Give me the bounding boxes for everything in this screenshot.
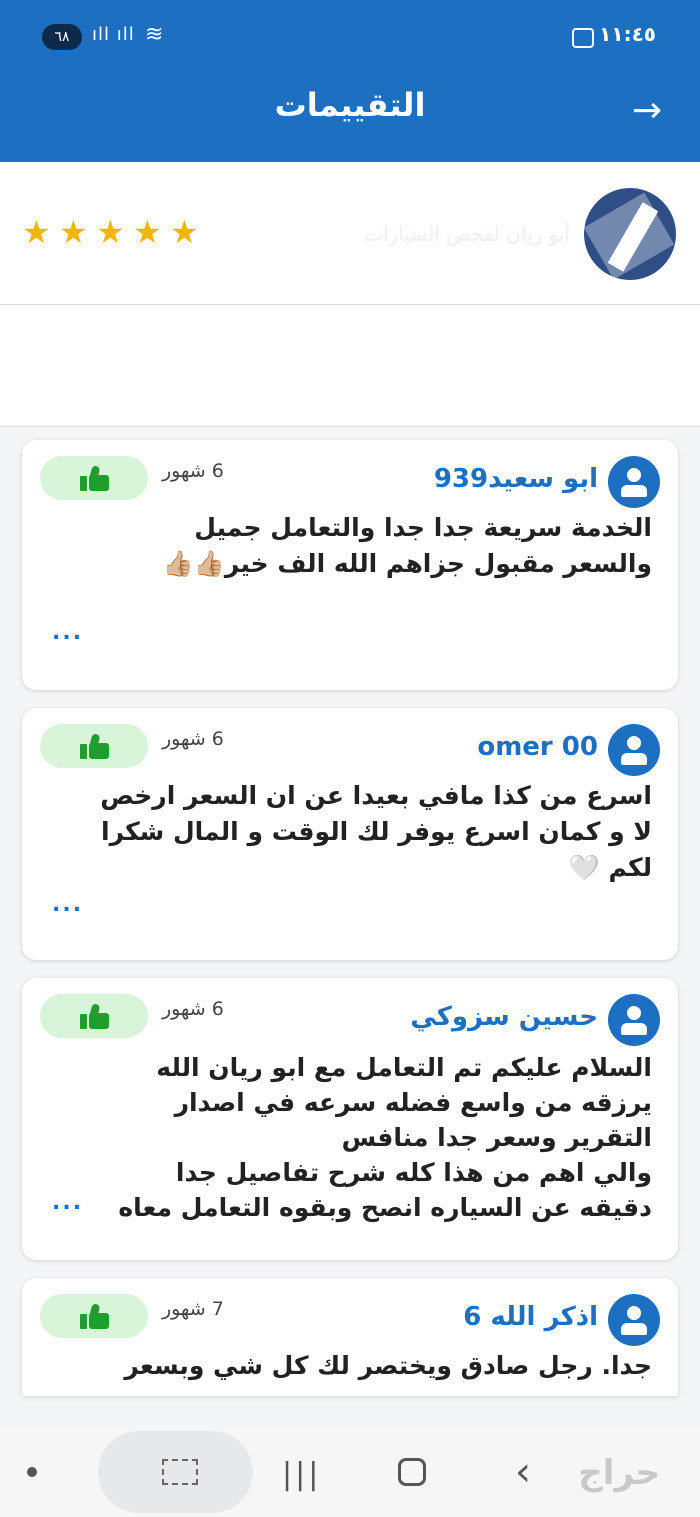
recents-button[interactable]: ||| — [282, 1457, 321, 1492]
review-card: اذكر الله 6 7 شهور جدا. رجل صادق ويختصر … — [22, 1278, 678, 1396]
shop-name: أبو ريان لفحص السيارات — [364, 222, 570, 246]
signal-icon: ıll ıll — [92, 24, 135, 45]
reviewer-name[interactable]: ابو سعيد939 — [434, 464, 598, 494]
thumbs-up-icon — [80, 465, 110, 492]
review-card: حسين سزوكي 6 شهور السلام عليكم تم التعام… — [22, 978, 678, 1260]
review-card: ابو سعيد939 6 شهور الخدمة سريعة جدا جدا … — [22, 440, 678, 690]
app-bar: التقييمات → — [0, 62, 700, 162]
shop-logo — [584, 188, 676, 280]
back-button[interactable]: → — [624, 88, 670, 134]
home-button[interactable] — [398, 1458, 426, 1486]
more-button[interactable]: ... — [52, 1190, 83, 1215]
like-button[interactable] — [40, 724, 148, 768]
reviewer-name[interactable]: اذكر الله 6 — [463, 1302, 598, 1332]
arrow-right-icon: → — [631, 90, 663, 131]
thumbs-up-icon — [80, 1003, 110, 1030]
reviewer-name[interactable]: omer 00 — [477, 732, 598, 762]
dot-icon[interactable] — [27, 1467, 37, 1477]
review-time: 7 شهور — [162, 1298, 224, 1320]
back-nav-button[interactable]: ‹ — [515, 1449, 531, 1495]
watermark: حراج — [578, 1453, 660, 1493]
review-text: السلام عليكم تم التعامل مع ابو ريان الله… — [118, 1053, 652, 1222]
page-title: التقييمات — [274, 86, 426, 124]
divider — [0, 304, 700, 305]
clock: ١١:٤٥ — [599, 22, 656, 46]
star-icon: ★ — [59, 213, 88, 251]
like-button[interactable] — [40, 1294, 148, 1338]
wifi-icon: ≋ — [145, 22, 164, 47]
review-time: 6 شهور — [162, 998, 224, 1020]
user-avatar-icon — [608, 456, 660, 508]
user-avatar-icon — [608, 724, 660, 776]
battery-icon: ٦٨ — [42, 24, 82, 50]
star-icon: ★ — [22, 213, 51, 251]
more-button[interactable]: ... — [52, 620, 83, 645]
star-icon: ★ — [170, 213, 199, 251]
review-time: 6 شهور — [162, 728, 224, 750]
star-icon: ★ — [133, 213, 162, 251]
rating-stars: ★ ★ ★ ★ ★ — [22, 213, 199, 258]
thumbs-up-icon — [80, 1303, 110, 1330]
like-button[interactable] — [40, 456, 148, 500]
screenshot-icon — [572, 28, 594, 48]
star-icon: ★ — [96, 213, 125, 251]
system-nav-bar: ||| ‹ حراج — [0, 1427, 700, 1517]
review-time: 6 شهور — [162, 460, 224, 482]
user-avatar-icon — [608, 994, 660, 1046]
review-card: omer 00 6 شهور اسرع من كذا مافي بعيدا عن… — [22, 708, 678, 960]
review-text: الخدمة سريعة جدا جدا والتعامل جميل والسع… — [162, 513, 652, 578]
more-button[interactable]: ... — [52, 892, 83, 917]
review-text: اسرع من كذا مافي بعيدا عن ان السعر ارخص … — [100, 781, 652, 882]
reviewer-name[interactable]: حسين سزوكي — [410, 1002, 598, 1032]
user-avatar-icon — [608, 1294, 660, 1346]
thumbs-up-icon — [80, 733, 110, 760]
status-bar: ٦٨ ıll ıll ≋ ١١:٤٥ — [0, 0, 700, 62]
review-text: جدا. رجل صادق ويختصر لك كل شي وبسعر — [124, 1351, 652, 1380]
shop-summary: أبو ريان لفحص السيارات ★ ★ ★ ★ ★ — [0, 162, 700, 427]
like-button[interactable] — [40, 994, 148, 1038]
scan-icon[interactable] — [162, 1459, 198, 1485]
